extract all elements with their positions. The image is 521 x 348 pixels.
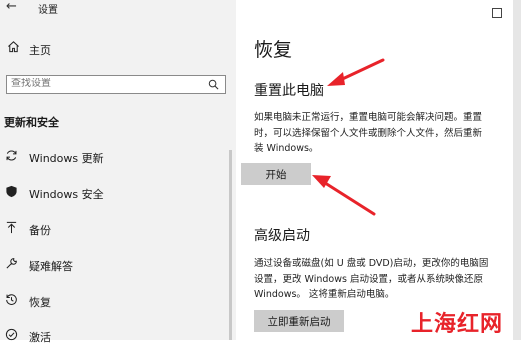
desc-line: 设置，更改 Windows 启动设置，或者从系统映像还原 xyxy=(254,273,483,285)
sidebar-item-label: 备份 xyxy=(29,224,51,237)
sidebar-item-activation[interactable]: 激活 xyxy=(0,322,226,348)
sidebar-item-label: Windows 安全 xyxy=(29,188,104,201)
search-box[interactable] xyxy=(6,75,226,94)
reset-description: 如果电脑未正常运行，重置电脑可能会解决问题。重置 时，可以选择保留个人文件或删除… xyxy=(254,110,482,157)
section-title: 更新和安全 xyxy=(4,116,59,129)
sidebar-scrollbar[interactable] xyxy=(229,150,232,340)
search-input[interactable] xyxy=(11,78,196,89)
search-icon[interactable] xyxy=(208,79,219,90)
start-reset-button[interactable]: 开始 xyxy=(241,163,311,185)
desc-line: 通过设备或磁盘(如 U 盘或 DVD)启动，更改你的电脑固 xyxy=(254,258,489,269)
page-title: 恢复 xyxy=(254,39,293,61)
wrench-icon xyxy=(6,258,17,269)
sidebar-item-label: 恢复 xyxy=(29,296,51,309)
sidebar: ← 设置 主页 更新和安全 Windows 更新 Windows 安全 xyxy=(0,0,236,344)
sidebar-item-label: 疑难解答 xyxy=(29,260,73,273)
sidebar-item-troubleshoot[interactable]: 疑难解答 xyxy=(0,251,226,277)
sidebar-item-home[interactable]: 主页 xyxy=(0,38,236,60)
home-icon xyxy=(8,41,19,53)
sidebar-item-windows-security[interactable]: Windows 安全 xyxy=(0,179,226,205)
shield-icon xyxy=(6,185,17,198)
title-bar: ← 设置 xyxy=(0,0,236,18)
sidebar-item-windows-update[interactable]: Windows 更新 xyxy=(0,143,226,169)
desc-line: 如果电脑未正常运行，重置电脑可能会解决问题。重置 xyxy=(254,112,483,123)
desc-line: 装 Windows。 xyxy=(254,143,319,154)
watermark-logo: 上海红网 xyxy=(411,312,504,337)
advanced-startup-description: 通过设备或磁盘(如 U 盘或 DVD)启动，更改你的电脑固 设置，更改 Wind… xyxy=(254,256,488,303)
sidebar-item-backup[interactable]: 备份 xyxy=(0,215,226,241)
sidebar-item-recovery[interactable]: 恢复 xyxy=(0,287,226,313)
sidebar-item-label: 激活 xyxy=(29,331,51,344)
desc-line: Windows。 这将重新启动电脑。 xyxy=(254,289,395,300)
app-title: 设置 xyxy=(38,5,58,16)
sync-icon xyxy=(6,150,17,161)
desc-line: 时，可以选择保留个人文件或删除个人文件，然后重新 xyxy=(254,127,483,139)
reset-pc-heading: 重置此电脑 xyxy=(254,83,324,99)
right-scrollbar-track[interactable] xyxy=(513,0,521,340)
check-circle-icon xyxy=(5,328,18,341)
back-arrow-icon[interactable]: ← xyxy=(6,0,17,14)
restart-now-button[interactable]: 立即重新启动 xyxy=(254,310,344,332)
window-control-icon[interactable] xyxy=(492,8,502,18)
sidebar-item-label: Windows 更新 xyxy=(29,152,104,165)
backup-arrow-icon xyxy=(6,221,17,234)
advanced-startup-heading: 高级启动 xyxy=(254,228,310,244)
main-content: 恢复 重置此电脑 如果电脑未正常运行，重置电脑可能会解决问题。重置 时，可以选择… xyxy=(236,0,521,340)
sidebar-item-label: 主页 xyxy=(29,44,51,57)
history-icon xyxy=(6,294,17,305)
